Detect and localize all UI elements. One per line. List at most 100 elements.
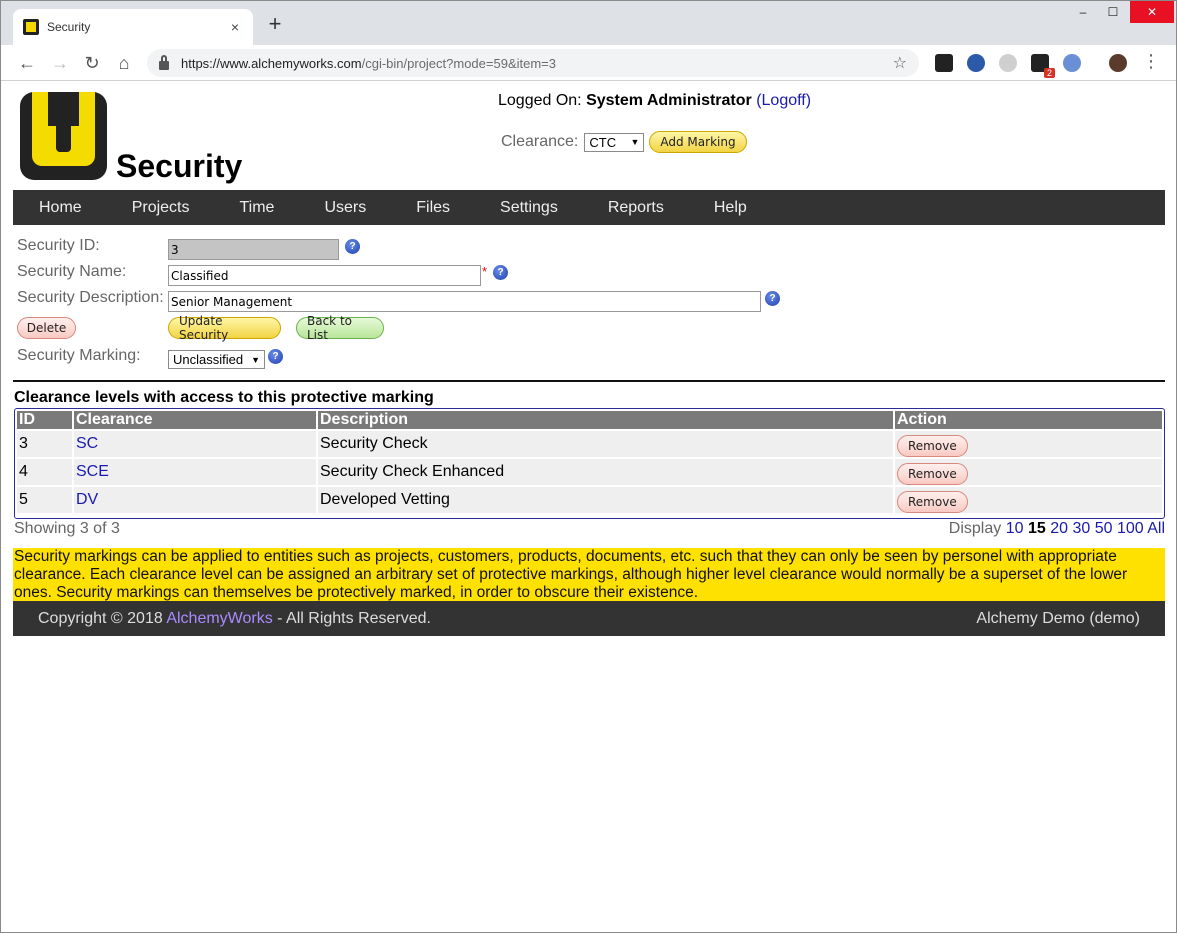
nav-reports[interactable]: Reports bbox=[608, 199, 664, 217]
delete-button[interactable]: Delete bbox=[17, 317, 76, 339]
security-id-label: Security ID: bbox=[17, 237, 100, 254]
row-id: 5 bbox=[17, 487, 74, 515]
section-divider bbox=[13, 380, 1165, 382]
display-option-15: 15 bbox=[1027, 520, 1046, 537]
column-header-description: Description bbox=[318, 411, 895, 431]
close-tab-icon[interactable]: × bbox=[227, 19, 243, 35]
main-nav: Home Projects Time Users Files Settings … bbox=[13, 190, 1165, 225]
help-icon[interactable]: ? bbox=[268, 349, 283, 364]
row-clearance-cell: SCE bbox=[74, 459, 318, 487]
nav-users[interactable]: Users bbox=[324, 199, 366, 217]
row-action-cell: Remove bbox=[895, 459, 1162, 487]
forward-arrow-icon[interactable]: → bbox=[48, 51, 72, 75]
row-id: 3 bbox=[17, 431, 74, 459]
logged-on-label: Logged On: bbox=[498, 92, 582, 109]
url-host: https://www.alchemyworks.com bbox=[181, 55, 362, 71]
favicon-icon bbox=[23, 19, 39, 35]
display-option-20[interactable]: 20 bbox=[1050, 520, 1068, 537]
clearance-table: ID Clearance Description Action 3 SC Sec… bbox=[14, 408, 1165, 519]
security-name-field[interactable]: Classified bbox=[168, 265, 481, 286]
bookmark-star-icon[interactable]: ☆ bbox=[893, 53, 907, 73]
security-description-label: Security Description: bbox=[17, 289, 164, 306]
display-option-100[interactable]: 100 bbox=[1117, 520, 1144, 537]
remove-button[interactable]: Remove bbox=[897, 462, 968, 485]
update-security-button[interactable]: Update Security bbox=[168, 314, 281, 342]
reload-icon[interactable]: ↻ bbox=[80, 51, 104, 75]
page-content: Security Logged On: System Administrator… bbox=[13, 82, 1165, 636]
column-header-clearance: Clearance bbox=[74, 411, 318, 431]
nav-settings[interactable]: Settings bbox=[500, 199, 558, 217]
table-row: 4 SCE Security Check Enhanced Remove bbox=[17, 459, 1162, 487]
security-name-label: Security Name: bbox=[17, 263, 127, 280]
help-icon[interactable]: ? bbox=[493, 265, 508, 280]
clearance-link[interactable]: DV bbox=[76, 491, 98, 509]
copyright-rights: - All Rights Reserved. bbox=[277, 609, 431, 627]
address-bar[interactable]: https://www.alchemyworks.com/cgi-bin/pro… bbox=[147, 49, 919, 77]
chevron-down-icon: ▼ bbox=[251, 354, 261, 365]
display-option-50[interactable]: 50 bbox=[1095, 520, 1113, 537]
extension-globe-icon[interactable] bbox=[1063, 54, 1081, 72]
clearance-section-title: Clearance levels with access to this pro… bbox=[14, 389, 434, 406]
tab-title: Security bbox=[47, 20, 91, 34]
maximize-button[interactable]: ☐ bbox=[1098, 1, 1128, 23]
extension-e-icon[interactable] bbox=[967, 54, 985, 72]
new-tab-button[interactable]: + bbox=[263, 11, 287, 37]
logoff-link[interactable]: Logoff bbox=[762, 92, 806, 109]
clearance-link[interactable]: SC bbox=[76, 435, 98, 453]
row-id: 4 bbox=[17, 459, 74, 487]
close-window-button[interactable]: ✕ bbox=[1130, 1, 1174, 23]
security-marking-select[interactable]: Unclassified ▼ bbox=[168, 350, 265, 369]
table-row: 5 DV Developed Vetting Remove bbox=[17, 487, 1162, 515]
info-box: Security markings can be applied to enti… bbox=[13, 548, 1165, 601]
display-option-30[interactable]: 30 bbox=[1072, 520, 1090, 537]
logged-on-info: Logged On: System Administrator (Logoff) bbox=[498, 92, 811, 110]
display-option-all[interactable]: All bbox=[1147, 520, 1165, 537]
nav-files[interactable]: Files bbox=[416, 199, 450, 217]
home-icon[interactable]: ⌂ bbox=[112, 51, 136, 75]
table-footer: Showing 3 of 3 Display 10 15 20 30 50 10… bbox=[14, 520, 1165, 538]
extension-blackberry-icon[interactable] bbox=[935, 54, 953, 72]
add-marking-button[interactable]: Add Marking bbox=[649, 131, 747, 153]
help-icon[interactable]: ? bbox=[345, 239, 360, 254]
required-marker: * bbox=[482, 264, 488, 279]
remove-button[interactable]: Remove bbox=[897, 434, 968, 457]
security-id-field: 3 bbox=[168, 239, 339, 260]
clearance-select[interactable]: CTC ▼ bbox=[584, 132, 645, 152]
security-description-field[interactable]: Senior Management bbox=[168, 291, 761, 312]
table-header-row: ID Clearance Description Action bbox=[17, 411, 1162, 431]
browser-menu-icon[interactable]: ⋮ bbox=[1142, 51, 1160, 72]
nav-help[interactable]: Help bbox=[714, 199, 747, 217]
chevron-down-icon: ▼ bbox=[630, 137, 640, 147]
column-header-action: Action bbox=[895, 411, 1162, 431]
extension-badge-icon[interactable]: 2 bbox=[1031, 54, 1055, 78]
page-footer: Copyright © 2018 AlchemyWorks - All Righ… bbox=[13, 601, 1165, 636]
clearance-row: Clearance: CTC ▼ Add Marking bbox=[501, 131, 747, 153]
browser-tab[interactable]: Security × bbox=[13, 9, 253, 45]
column-header-id: ID bbox=[17, 411, 74, 431]
remove-button[interactable]: Remove bbox=[897, 490, 968, 513]
nav-projects[interactable]: Projects bbox=[132, 199, 190, 217]
clearance-label: Clearance: bbox=[501, 133, 579, 150]
minimize-button[interactable]: – bbox=[1068, 1, 1098, 23]
browser-toolbar: ← → ↻ ⌂ https://www.alchemyworks.com/cgi… bbox=[1, 45, 1176, 81]
back-arrow-icon[interactable]: ← bbox=[15, 51, 39, 75]
row-clearance-cell: DV bbox=[74, 487, 318, 515]
nav-home[interactable]: Home bbox=[39, 199, 82, 217]
display-page-size: Display 10 15 20 30 50 100 All bbox=[949, 520, 1165, 538]
row-description: Security Check Enhanced bbox=[318, 459, 895, 487]
extension-circle-icon[interactable] bbox=[999, 54, 1017, 72]
logoff-paren-close: ) bbox=[805, 92, 812, 109]
back-to-list-button[interactable]: Back to List bbox=[296, 314, 384, 342]
showing-count: Showing 3 of 3 bbox=[14, 520, 120, 537]
clearance-select-value: CTC bbox=[589, 134, 617, 150]
copyright: Copyright © 2018 AlchemyWorks - All Righ… bbox=[38, 610, 431, 628]
clearance-link[interactable]: SCE bbox=[76, 463, 109, 481]
row-action-cell: Remove bbox=[895, 431, 1162, 459]
alchemyworks-logo-icon bbox=[20, 92, 107, 180]
alchemyworks-link[interactable]: AlchemyWorks bbox=[166, 610, 272, 627]
browser-titlebar: Security × + – ☐ ✕ bbox=[1, 1, 1176, 45]
nav-time[interactable]: Time bbox=[239, 199, 274, 217]
display-option-10[interactable]: 10 bbox=[1006, 520, 1024, 537]
help-icon[interactable]: ? bbox=[765, 291, 780, 306]
profile-avatar[interactable] bbox=[1109, 54, 1127, 72]
